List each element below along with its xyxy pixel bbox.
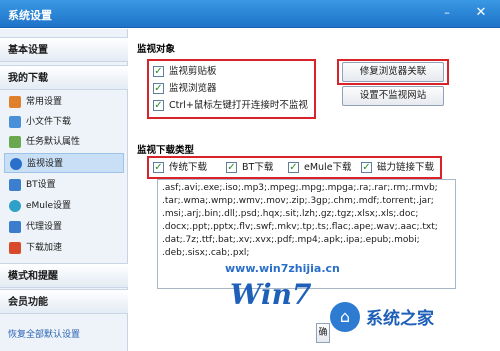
confirm-button[interactable]: 确: [316, 323, 330, 343]
extensions-line: .dat;.7z;.ttf;.bat;.xv;.xvx;.pdf;.mp4;.a…: [162, 235, 420, 245]
sidebar-item-label: 任务默认属性: [26, 137, 81, 147]
sidebar-item-label: 常用设置: [26, 97, 63, 107]
proxy-icon: [9, 221, 21, 233]
window-title: 系统设置: [8, 9, 52, 22]
brand-logo: ⌂ 系统之家: [330, 296, 495, 336]
sidebar-item-emule[interactable]: eMule设置: [4, 196, 124, 216]
sidebar: 基本设置 我的下载 常用设置 小文件下载 任务默认属性 监视设置 BT设置 eM…: [0, 29, 128, 351]
checkbox-icon: ✓: [153, 100, 164, 111]
checkbox-icon: ✓: [153, 66, 164, 77]
monitor-types-title: 监视下载类型: [137, 145, 195, 156]
close-icon[interactable]: ✕: [474, 6, 488, 20]
extensions-line: .deb;.sisx;.cab;.pxl;: [162, 248, 250, 258]
task-icon: [9, 136, 21, 148]
watermark-url: www.win7zhijia.cn: [225, 262, 340, 275]
traditional-download-label: 传统下载: [169, 162, 208, 173]
checkbox-icon: ✓: [153, 162, 164, 173]
extensions-line: .tar;.wma;.wmp;.wmv;.mov;.zip;.3gp;.chm;…: [162, 196, 434, 206]
extensions-line: .msi;.arj;.bin;.dll;.psd;.hqx;.sit;.lzh;…: [162, 209, 419, 219]
bt-icon: [9, 179, 21, 191]
brand-name: 系统之家: [366, 309, 434, 329]
clipboard-checkbox[interactable]: ✓ 监视剪贴板: [153, 64, 217, 79]
title-bar: 系统设置 – ✕: [0, 0, 500, 28]
sidebar-item-small-file[interactable]: 小文件下载: [4, 112, 124, 132]
browser-checkbox[interactable]: ✓ 监视浏览器: [153, 81, 217, 96]
sidebar-item-label: 代理设置: [26, 222, 63, 232]
monitor-target-title: 监视对象: [137, 44, 176, 55]
repair-browser-button[interactable]: 修复浏览器关联: [342, 62, 444, 82]
sidebar-header-member[interactable]: 会员功能: [0, 289, 128, 314]
house-icon: ⌂: [330, 302, 360, 332]
sidebar-item-label: eMule设置: [26, 201, 72, 211]
no-monitor-sites-button[interactable]: 设置不监视网站: [342, 86, 444, 106]
minimize-icon[interactable]: –: [440, 6, 454, 20]
browser-label: 监视浏览器: [169, 83, 217, 94]
sidebar-item-task-default[interactable]: 任务默认属性: [4, 132, 124, 152]
emule-download-label: eMule下载: [304, 162, 352, 173]
home-icon: [9, 96, 21, 108]
sidebar-header-mode[interactable]: 模式和提醒: [0, 263, 128, 288]
extensions-line: .docx;.ppt;.pptx;.flv;.swf;.mkv;.tp;.ts;…: [162, 222, 438, 232]
restore-defaults-link[interactable]: 恢复全部默认设置: [8, 327, 80, 340]
emule-download-checkbox[interactable]: ✓ eMule下载: [288, 160, 352, 175]
sidebar-item-label: BT设置: [26, 180, 56, 190]
win7-logo: Win7: [230, 278, 312, 311]
sidebar-item-label: 小文件下载: [26, 117, 72, 127]
checkbox-icon: ✓: [361, 162, 372, 173]
ctrl-click-checkbox[interactable]: ✓ Ctrl+鼠标左键打开连接时不监视: [153, 98, 308, 113]
sidebar-item-proxy[interactable]: 代理设置: [4, 217, 124, 237]
sidebar-item-label: 监视设置: [27, 159, 64, 169]
bt-download-checkbox[interactable]: ✓ BT下载: [226, 160, 273, 175]
monitor-icon: [10, 158, 22, 170]
bt-download-label: BT下载: [242, 162, 274, 173]
checkbox-icon: ✓: [226, 162, 237, 173]
sidebar-item-bt[interactable]: BT设置: [4, 175, 124, 195]
checkbox-icon: ✓: [288, 162, 299, 173]
sidebar-item-label: 下载加速: [26, 243, 63, 253]
magnet-download-checkbox[interactable]: ✓ 磁力链接下载: [361, 160, 434, 175]
sidebar-item-accelerate[interactable]: 下载加速: [4, 238, 124, 258]
sidebar-header-basic[interactable]: 基本设置: [0, 37, 128, 62]
extensions-line: .asf;.avi;.exe;.iso;.mp3;.mpeg;.mpg;.mpg…: [162, 183, 438, 193]
sidebar-item-common[interactable]: 常用设置: [4, 92, 124, 112]
magnet-download-label: 磁力链接下载: [377, 162, 435, 173]
clipboard-label: 监视剪贴板: [169, 66, 217, 77]
file-icon: [9, 116, 21, 128]
accelerate-icon: [9, 242, 21, 254]
sidebar-item-monitor[interactable]: 监视设置: [4, 153, 124, 173]
traditional-download-checkbox[interactable]: ✓ 传统下载: [153, 160, 207, 175]
sidebar-header-download[interactable]: 我的下载: [0, 65, 128, 90]
ctrl-click-label: Ctrl+鼠标左键打开连接时不监视: [169, 100, 308, 111]
emule-icon: [9, 200, 21, 212]
checkbox-icon: ✓: [153, 83, 164, 94]
